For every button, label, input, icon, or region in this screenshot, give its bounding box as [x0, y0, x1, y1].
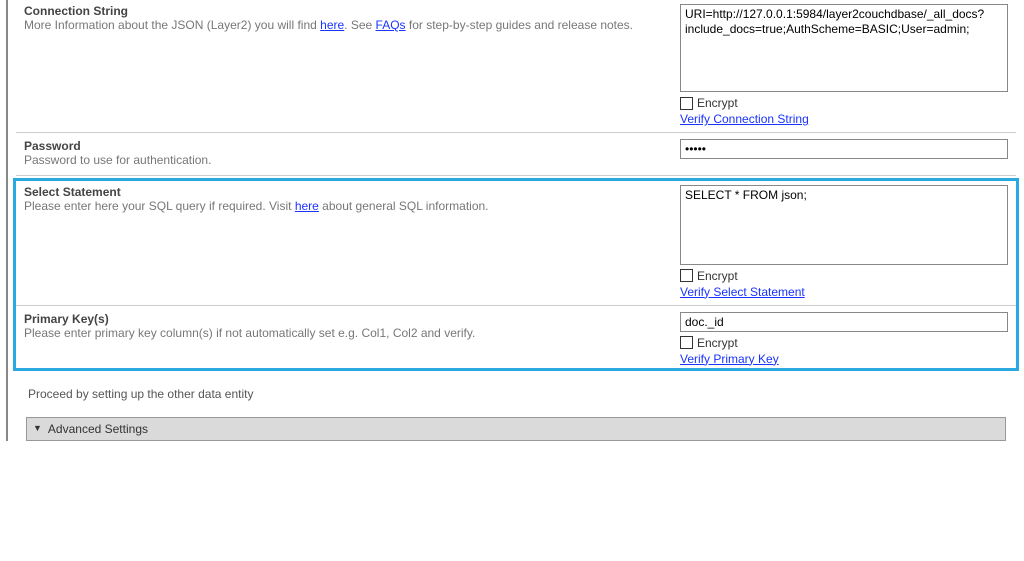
password-input[interactable]	[680, 139, 1008, 159]
separator	[16, 132, 1016, 133]
connection-string-row: Connection String More Information about…	[16, 0, 1016, 130]
select-statement-here-link[interactable]: here	[295, 199, 319, 213]
select-statement-encrypt-label: Encrypt	[697, 269, 738, 283]
verify-primary-key-link[interactable]: Verify Primary Key	[680, 352, 1008, 366]
primary-key-input[interactable]	[680, 312, 1008, 332]
select-statement-desc: Please enter here your SQL query if requ…	[24, 199, 652, 215]
primary-key-encrypt-label: Encrypt	[697, 336, 738, 350]
password-desc: Password to use for authentication.	[24, 153, 652, 169]
separator	[16, 305, 1016, 306]
proceed-text: Proceed by setting up the other data ent…	[16, 371, 1016, 411]
primary-key-title: Primary Key(s)	[24, 312, 652, 326]
connection-string-faqs-link[interactable]: FAQs	[376, 18, 406, 32]
primary-key-desc: Please enter primary key column(s) if no…	[24, 326, 652, 342]
select-statement-input[interactable]	[680, 185, 1008, 265]
select-statement-row: Select Statement Please enter here your …	[16, 181, 1016, 303]
advanced-settings-label: Advanced Settings	[48, 422, 148, 436]
primary-key-encrypt-checkbox[interactable]	[680, 336, 693, 349]
advanced-settings-toggle[interactable]: ▼ Advanced Settings	[26, 417, 1006, 441]
verify-connection-string-link[interactable]: Verify Connection String	[680, 112, 1008, 126]
connection-string-here-link[interactable]: here	[320, 18, 344, 32]
chevron-down-icon: ▼	[33, 424, 42, 433]
connection-string-encrypt-label: Encrypt	[697, 96, 738, 110]
connection-string-title: Connection String	[24, 4, 652, 18]
password-title: Password	[24, 139, 652, 153]
highlight-box: Select Statement Please enter here your …	[13, 178, 1019, 371]
connection-string-desc: More Information about the JSON (Layer2)…	[24, 18, 652, 34]
connection-string-input[interactable]	[680, 4, 1008, 92]
connection-string-encrypt-checkbox[interactable]	[680, 97, 693, 110]
password-row: Password Password to use for authenticat…	[16, 135, 1016, 173]
select-statement-title: Select Statement	[24, 185, 652, 199]
verify-select-statement-link[interactable]: Verify Select Statement	[680, 285, 1008, 299]
select-statement-encrypt-checkbox[interactable]	[680, 269, 693, 282]
primary-key-row: Primary Key(s) Please enter primary key …	[16, 308, 1016, 368]
separator	[16, 175, 1016, 176]
